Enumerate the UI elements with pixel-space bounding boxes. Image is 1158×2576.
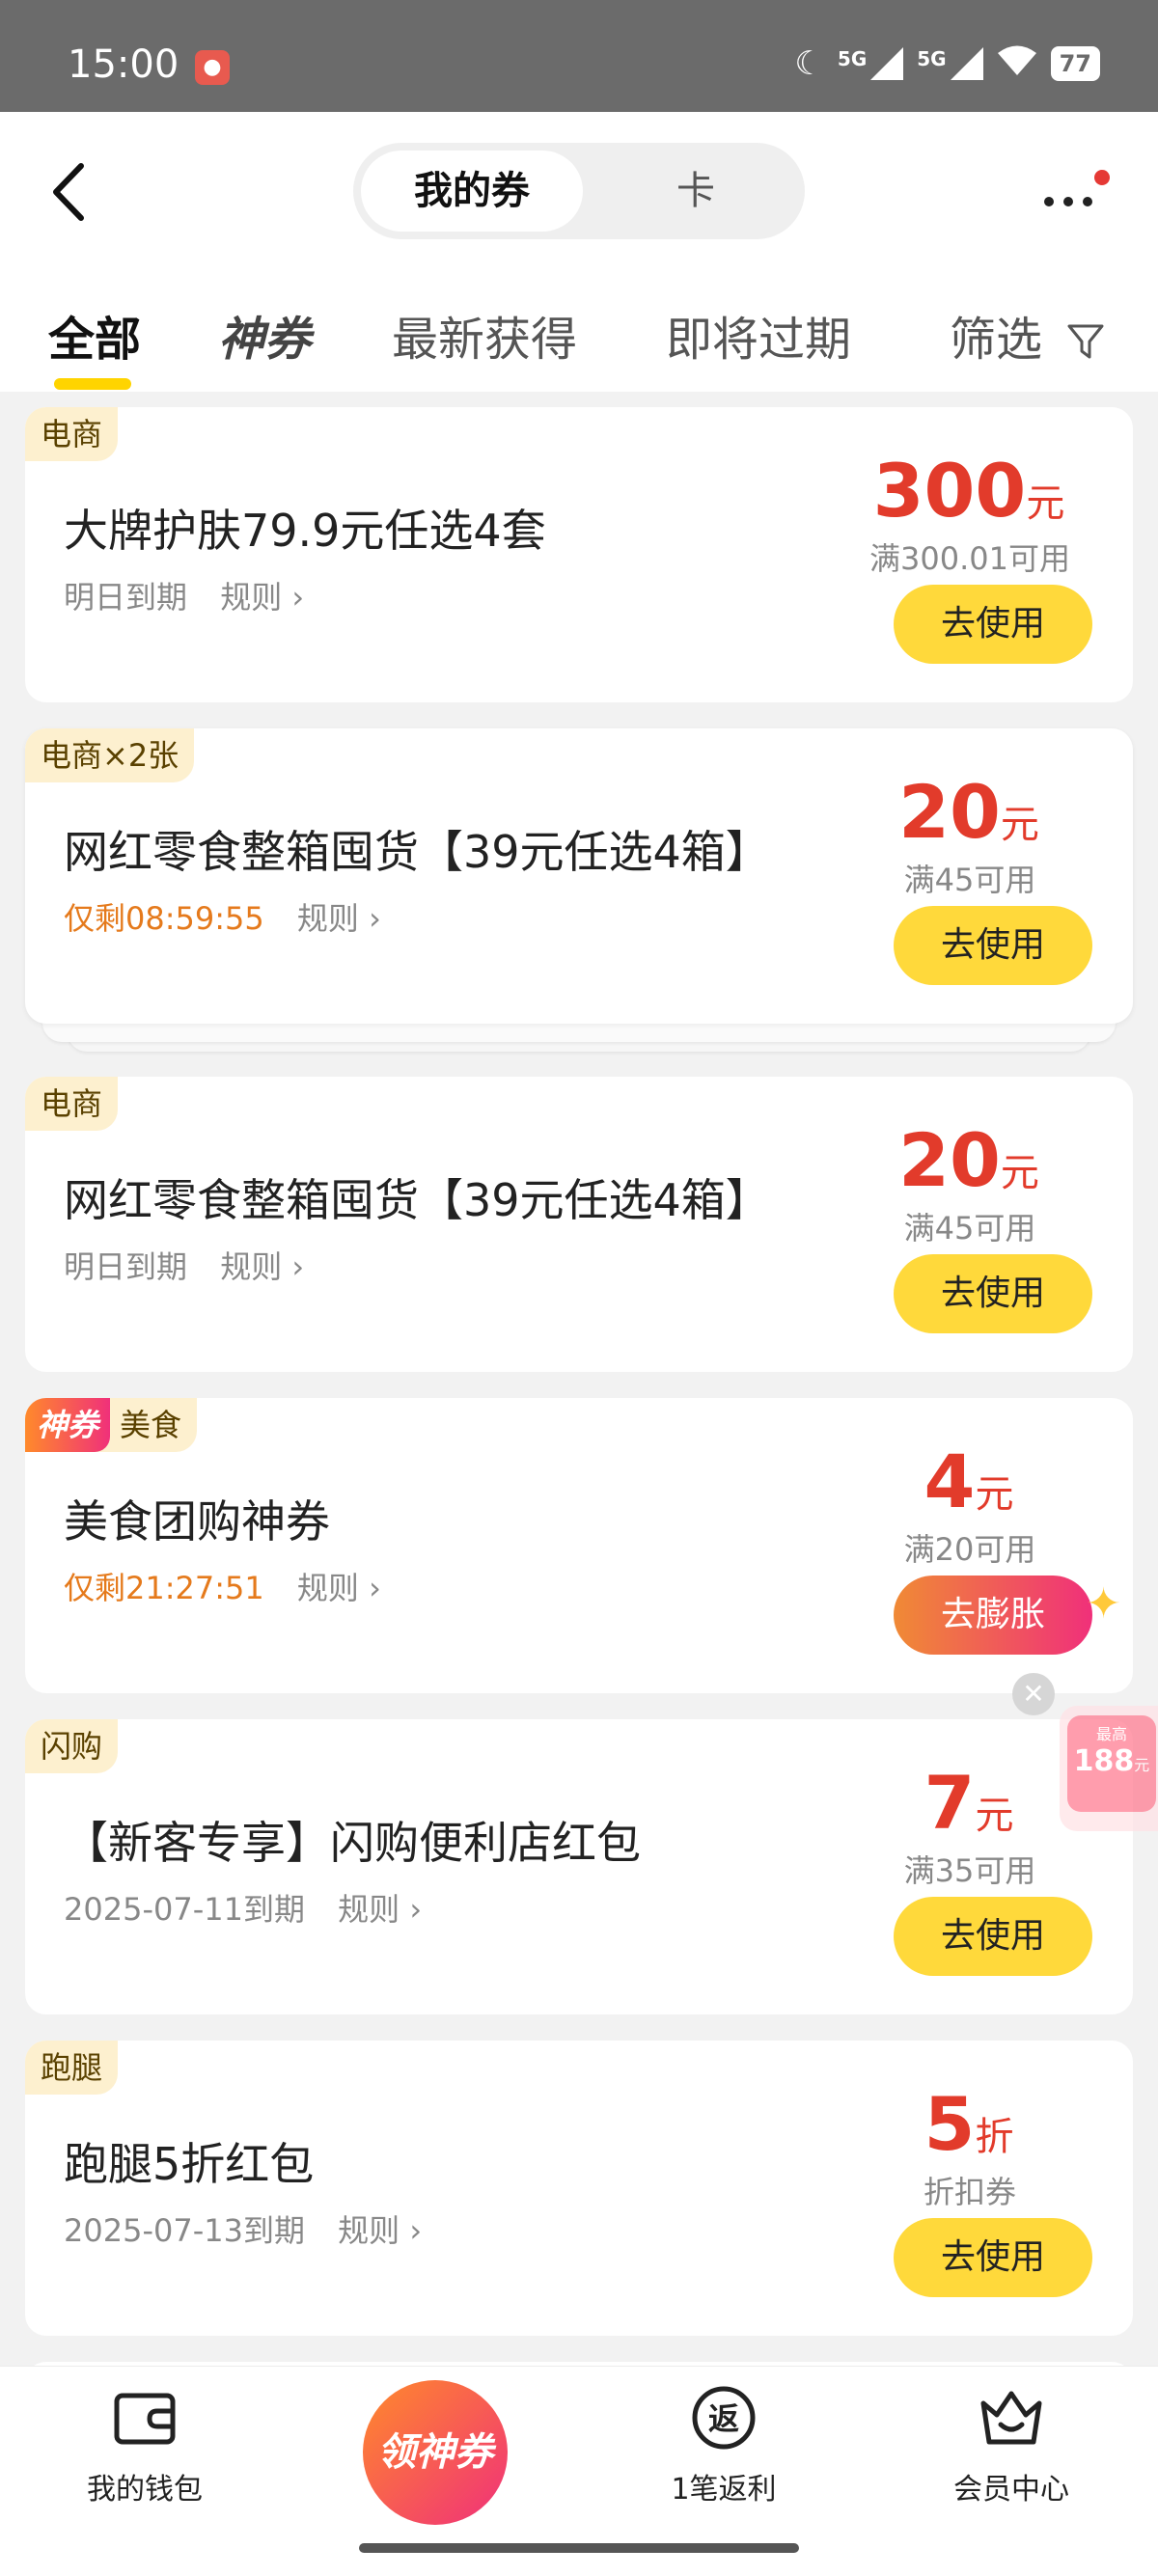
coupon-card[interactable]: 电商×2张 网红零食整箱囤货【39元任选4箱】 仅剩08:59:55 规则 › … [25, 728, 1133, 1024]
notification-dot [1094, 170, 1110, 185]
crown-icon [980, 2391, 1042, 2445]
rule-link[interactable]: 规则 › [297, 900, 381, 937]
rule-link[interactable]: 规则 › [338, 2212, 422, 2249]
tab-newest[interactable]: 最新获得 [392, 301, 577, 369]
floating-red-packet[interactable]: 最高 188元 [1060, 1706, 1158, 1831]
use-button[interactable]: 去使用 [894, 906, 1092, 985]
sparkle-icon: ✦ [1086, 1579, 1121, 1629]
filter-tabs: 全部 神券 最新获得 即将过期 筛选 [0, 286, 1158, 392]
tab-filter[interactable]: 筛选 [950, 301, 1105, 369]
coupon-expiry-row: 明日到期 规则 › [64, 1243, 304, 1287]
coupon-countdown: 仅剩21:27:51 [64, 1570, 264, 1606]
coupon-expiry-row: 2025-07-13到期 规则 › [64, 2206, 422, 2251]
coupon-title: 美食团购神券 [64, 1495, 330, 1548]
wallet-icon [114, 2393, 176, 2445]
get-coupon-button[interactable]: 领神券 [363, 2380, 508, 2525]
status-bar: 15:00 ● ☾ 5G 5G 77 [0, 0, 1158, 112]
signal-icon: 5G [838, 47, 904, 80]
use-button[interactable]: 去使用 [894, 2218, 1092, 2297]
back-button[interactable] [42, 158, 100, 226]
segment-my-coupons[interactable]: 我的券 [361, 151, 583, 232]
rule-link[interactable]: 规则 › [220, 1248, 304, 1285]
coupon-expiry: 2025-07-11到期 [64, 1891, 305, 1928]
battery-icon: 77 [1050, 46, 1100, 81]
chevron-left-icon [53, 163, 84, 221]
coupon-title: 网红零食整箱囤货【39元任选4箱】 [64, 826, 770, 878]
tab-expiring[interactable]: 即将过期 [666, 301, 851, 369]
tab-all[interactable]: 全部 [48, 301, 141, 390]
segment-cards[interactable]: 卡 [594, 151, 797, 232]
coupon-category-tag: 电商 [25, 407, 119, 461]
home-indicator[interactable] [359, 2543, 799, 2553]
coupon-expiry: 2025-07-13到期 [64, 2212, 305, 2249]
status-icons: ☾ 5G 5G 77 [794, 44, 1100, 83]
coupon-category-tag: 神券 美食 [25, 1398, 198, 1452]
coupon-amount: 300元 [872, 448, 1065, 534]
coupon-amount: 20元 [898, 1117, 1039, 1203]
more-button[interactable] [1040, 170, 1110, 220]
filter-icon [1067, 324, 1104, 359]
signal-icon-2: 5G [917, 47, 983, 80]
coupon-amount: 5折 [924, 2081, 1014, 2167]
coupon-card[interactable]: 神券 美食 美食团购神券 仅剩21:27:51 规则 › 4元 满20可用 去膨胀… [25, 1398, 1133, 1693]
coupon-expiry: 明日到期 [64, 1248, 188, 1285]
coupon-title: 网红零食整箱囤货【39元任选4箱】 [64, 1174, 770, 1226]
coupon-expiry-row: 仅剩21:27:51 规则 › [64, 1564, 381, 1608]
clock: 15:00 [68, 42, 179, 87]
coupon-condition: 满20可用 [903, 1531, 1036, 1568]
rule-link[interactable]: 规则 › [220, 579, 304, 616]
coupon-card[interactable]: 电商 网红零食整箱囤货【39元任选4箱】 明日到期 规则 › 20元 满45可用… [25, 1077, 1133, 1372]
use-button[interactable]: 去使用 [894, 585, 1092, 664]
coupon-countdown: 仅剩08:59:55 [64, 900, 264, 937]
coupon-category-tag: 电商 [25, 1077, 119, 1131]
svg-text:返: 返 [708, 2400, 739, 2437]
nav-rebate[interactable]: 返 1笔返利 [618, 2384, 830, 2507]
coupon-expiry-row: 仅剩08:59:55 规则 › [64, 894, 381, 939]
coupon-condition: 满35可用 [903, 1852, 1036, 1889]
coupon-expiry-row: 明日到期 规则 › [64, 573, 304, 617]
close-promo-button[interactable]: ✕ [1012, 1673, 1055, 1715]
coupon-card[interactable]: 电商 大牌护肤79.9元任选4套 明日到期 规则 › 300元 满300.01可… [25, 407, 1133, 702]
rule-link[interactable]: 规则 › [297, 1570, 381, 1606]
coupon-card[interactable]: 跑腿 跑腿5折红包 2025-07-13到期 规则 › 5折 折扣券 去使用 [25, 2041, 1133, 2336]
rebate-icon: 返 [692, 2386, 756, 2450]
coupon-condition: 满45可用 [903, 1210, 1036, 1247]
tab-shen-coupon[interactable]: 神券 [218, 301, 311, 369]
shen-coupon-badge: 神券 [25, 1398, 111, 1452]
rule-link[interactable]: 规则 › [338, 1891, 422, 1928]
header: 我的券 卡 全部 神券 最新获得 即将过期 筛选 [0, 112, 1158, 392]
coupon-title: 【新客专享】闪购便利店红包 [64, 1817, 641, 1869]
expand-button[interactable]: 去膨胀 [894, 1576, 1092, 1655]
nav-member-center[interactable]: 会员中心 [905, 2384, 1117, 2507]
nav-wallet[interactable]: 我的钱包 [39, 2384, 251, 2507]
coupon-category-tag: 跑腿 [25, 2041, 119, 2095]
red-packet-icon: 最高 188元 [1067, 1715, 1156, 1812]
segmented-control: 我的券 卡 [353, 143, 805, 239]
coupon-expiry-row: 2025-07-11到期 规则 › [64, 1885, 422, 1930]
coupon-category-tag: 电商×2张 [25, 728, 195, 782]
coupon-amount: 20元 [898, 769, 1039, 855]
coupon-title: 跑腿5折红包 [64, 2138, 315, 2190]
coupon-condition: 满45可用 [903, 862, 1036, 898]
use-button[interactable]: 去使用 [894, 1897, 1092, 1976]
coupon-condition: 折扣券 [923, 2174, 1016, 2210]
coupon-condition: 满300.01可用 [869, 540, 1070, 577]
wifi-icon [997, 44, 1037, 83]
more-icon [1044, 197, 1054, 206]
coupon-amount: 4元 [924, 1439, 1014, 1524]
coupon-amount: 7元 [924, 1760, 1014, 1846]
notification-app-icon: ● [195, 50, 230, 85]
coupon-category-tag: 闪购 [25, 1719, 119, 1773]
coupon-expiry: 明日到期 [64, 579, 188, 616]
coupon-title: 大牌护肤79.9元任选4套 [64, 505, 546, 557]
use-button[interactable]: 去使用 [894, 1254, 1092, 1333]
moon-icon: ☾ [794, 44, 824, 83]
coupon-card[interactable]: 闪购 【新客专享】闪购便利店红包 2025-07-11到期 规则 › 7元 满3… [25, 1719, 1133, 2014]
